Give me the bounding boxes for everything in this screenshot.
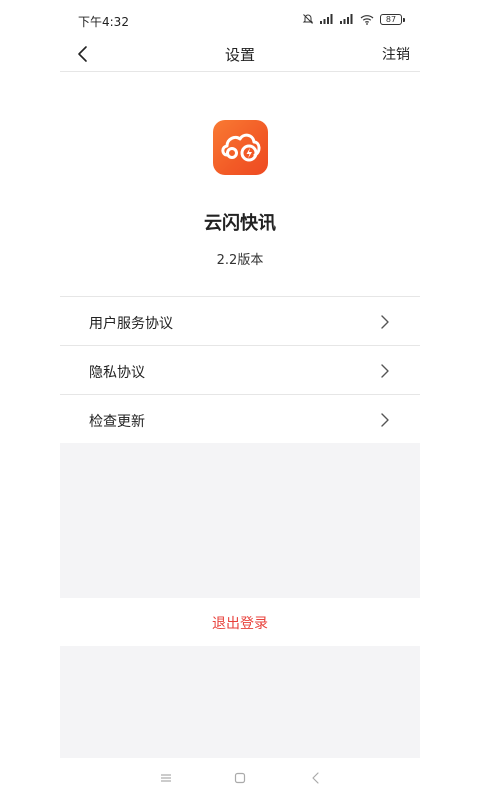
app-name: 云闪快讯 [204,213,276,234]
status-icons: 87 [302,11,405,27]
home-square-icon[interactable] [232,770,248,786]
signal-icon [320,14,334,24]
logout-button[interactable]: 退出登录 [60,598,420,646]
status-bar: 下午4:32 87 [60,0,420,36]
back-triangle-icon[interactable] [308,770,324,786]
battery-icon: 87 [380,13,405,25]
chevron-right-icon [380,412,390,427]
menu-item-label: 检查更新 [89,414,145,430]
cloud-lightning-icon [221,133,261,162]
settings-page: 下午4:32 87 设置 注销 云闪快讯 2.2版本 用户服务协议 隐私协议 检… [60,0,420,800]
bell-off-icon [302,13,314,25]
menu-item-label: 隐私协议 [89,365,145,381]
logout-label: 退出登录 [212,616,268,632]
settings-menu: 用户服务协议 隐私协议 检查更新 [60,296,420,444]
chevron-right-icon [380,363,390,378]
logout-account-button[interactable]: 注销 [382,44,410,64]
menu-item-label: 用户服务协议 [89,316,173,332]
page-title: 设置 [224,46,255,64]
chevron-right-icon [380,314,390,329]
app-logo [213,120,268,175]
nav-bar: 设置 注销 [60,36,420,72]
menu-item-check-update[interactable]: 检查更新 [60,395,420,444]
spacer-area [60,443,420,598]
menu-item-privacy-policy[interactable]: 隐私协议 [60,346,420,395]
menu-item-user-agreement[interactable]: 用户服务协议 [60,297,420,346]
menu-icon[interactable] [158,770,174,786]
signal-icon [340,14,354,24]
wifi-icon [360,14,374,25]
app-version: 2.2版本 [216,253,264,268]
system-nav-bar [60,758,420,800]
spacer-area [60,646,420,758]
status-time: 下午4:32 [78,15,129,29]
